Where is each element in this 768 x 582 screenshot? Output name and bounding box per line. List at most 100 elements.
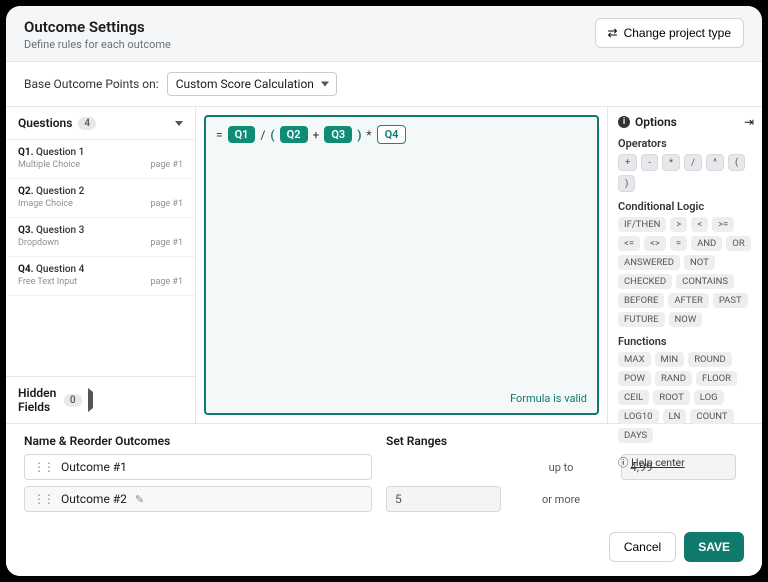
question-item[interactable]: Q2. Question 2 Image Choice page #1 — [6, 179, 195, 218]
formula-editor[interactable]: = Q1 / ( Q2 + Q3 ) * Q4 Formula is valid — [204, 115, 599, 415]
header: Outcome Settings Define rules for each o… — [6, 6, 762, 62]
question-item[interactable]: Q4. Question 4 Free Text Input page #1 — [6, 257, 195, 296]
options-title: Options — [635, 115, 677, 129]
paren-open: ( — [270, 128, 274, 142]
cond-pill[interactable]: CONTAINS — [676, 274, 734, 289]
question-page: page #1 — [150, 277, 183, 287]
base-select-value: Custom Score Calculation — [176, 77, 314, 91]
hidden-fields-header[interactable]: Hidden Fields 0 — [6, 376, 195, 423]
token-q1[interactable]: Q1 — [228, 126, 256, 143]
operator-pill[interactable]: * — [662, 154, 680, 171]
change-project-type-button[interactable]: ⇄ Change project type — [595, 18, 744, 48]
operators-heading: Operators — [618, 137, 752, 150]
question-number: Q4. — [18, 264, 34, 275]
op-divide: / — [260, 128, 265, 142]
token-q4[interactable]: Q4 — [377, 125, 407, 144]
help-center-link[interactable]: Help center — [631, 456, 685, 469]
questions-header[interactable]: Questions 4 — [6, 107, 195, 140]
questions-list: Q1. Question 1 Multiple Choice page #1 Q… — [6, 140, 195, 376]
operator-pill[interactable]: ^ — [706, 154, 724, 171]
cond-pill[interactable]: > — [670, 217, 687, 232]
functions-heading: Functions — [618, 335, 752, 348]
func-pill[interactable]: LOG — [694, 390, 724, 405]
cond-pill[interactable]: IF/THEN — [618, 217, 666, 232]
func-pill[interactable]: CEIL — [618, 390, 649, 405]
range-from-input[interactable]: 5 — [386, 486, 501, 512]
cond-pill[interactable]: CHECKED — [618, 274, 672, 289]
outcomes-range-header: Set Ranges — [386, 434, 447, 448]
func-pill[interactable]: FLOOR — [696, 371, 737, 386]
func-pill[interactable]: RAND — [655, 371, 692, 386]
questions-count-badge: 4 — [78, 117, 96, 130]
token-q3[interactable]: Q3 — [324, 126, 352, 143]
operator-pill[interactable]: - — [641, 154, 658, 171]
cond-pill[interactable]: <= — [618, 236, 640, 251]
drag-handle-icon[interactable]: ⋮⋮ — [33, 460, 53, 474]
question-page: page #1 — [150, 238, 183, 248]
question-title: Question 2 — [36, 186, 84, 197]
cond-pill[interactable]: NOW — [669, 312, 703, 327]
cond-pill[interactable]: NOT — [684, 255, 715, 270]
save-button[interactable]: SAVE — [684, 532, 744, 562]
cond-pill[interactable]: < — [691, 217, 708, 232]
question-number: Q3. — [18, 225, 34, 236]
app-window: Outcome Settings Define rules for each o… — [6, 6, 762, 576]
func-pill[interactable]: ROUND — [688, 352, 732, 367]
swap-icon: ⇄ — [608, 26, 618, 40]
equals-sign: = — [216, 128, 223, 142]
outcome-row: ⋮⋮ Outcome #2 ✎ 5 or more — [24, 486, 744, 512]
question-item[interactable]: Q3. Question 3 Dropdown page #1 — [6, 218, 195, 257]
operator-pill[interactable]: ( — [728, 154, 745, 171]
cond-pill[interactable]: ANSWERED — [618, 255, 680, 270]
func-pill[interactable]: COUNT — [690, 409, 733, 424]
op-plus: + — [313, 128, 320, 142]
cond-pill[interactable]: = — [670, 236, 687, 251]
token-q2[interactable]: Q2 — [280, 126, 308, 143]
collapse-panel-icon[interactable]: ⇥ — [744, 115, 754, 129]
cond-pill[interactable]: FUTURE — [618, 312, 665, 327]
paren-close: ) — [357, 128, 361, 142]
help-icon: ⓘ — [618, 456, 631, 469]
info-icon: i — [618, 116, 630, 128]
cond-pill[interactable]: AND — [691, 236, 722, 251]
cond-pill[interactable]: <> — [644, 236, 666, 251]
question-number: Q1. — [18, 147, 34, 158]
func-pill[interactable]: ROOT — [653, 390, 689, 405]
options-panel: ⇥ i Options Operators + - * / ^ ( ) Cond… — [607, 107, 762, 423]
functions-group: MAX MIN ROUND POW RAND FLOOR CEIL ROOT L… — [618, 352, 752, 443]
formula-valid-msg: Formula is valid — [510, 392, 587, 405]
outcome-name: Outcome #2 — [61, 492, 127, 506]
chevron-down-icon — [175, 121, 183, 126]
base-label: Base Outcome Points on: — [24, 77, 159, 91]
questions-title: Questions — [18, 116, 72, 130]
func-pill[interactable]: LN — [663, 409, 687, 424]
cond-pill[interactable]: PAST — [713, 293, 748, 308]
operator-pill[interactable]: + — [618, 154, 637, 171]
func-pill[interactable]: MIN — [655, 352, 685, 367]
page-subtitle: Define rules for each outcome — [24, 38, 171, 51]
operator-pill[interactable]: ) — [618, 175, 635, 192]
footer: Cancel SAVE — [6, 522, 762, 576]
pencil-icon[interactable]: ✎ — [135, 493, 144, 506]
outcome-name-cell[interactable]: ⋮⋮ Outcome #1 — [24, 454, 372, 480]
base-select[interactable]: Custom Score Calculation — [167, 72, 337, 96]
conditional-heading: Conditional Logic — [618, 200, 752, 213]
question-item[interactable]: Q1. Question 1 Multiple Choice page #1 — [6, 140, 195, 179]
cond-pill[interactable]: AFTER — [668, 293, 708, 308]
formula-line: = Q1 / ( Q2 + Q3 ) * Q4 — [216, 125, 587, 144]
func-pill[interactable]: LOG10 — [618, 409, 659, 424]
drag-handle-icon[interactable]: ⋮⋮ — [33, 492, 53, 506]
operators-group: + - * / ^ ( ) — [618, 154, 752, 192]
func-pill[interactable]: DAYS — [618, 428, 653, 443]
cond-pill[interactable]: >= — [712, 217, 734, 232]
hidden-fields-title: Hidden Fields — [18, 386, 58, 414]
range-ormore-label: or more — [501, 493, 621, 506]
help-center: ⓘ Help center — [618, 455, 752, 470]
cond-pill[interactable]: BEFORE — [618, 293, 664, 308]
cond-pill[interactable]: OR — [726, 236, 750, 251]
func-pill[interactable]: MAX — [618, 352, 651, 367]
outcome-name-cell[interactable]: ⋮⋮ Outcome #2 ✎ — [24, 486, 372, 512]
operator-pill[interactable]: / — [684, 154, 702, 171]
cancel-button[interactable]: Cancel — [609, 532, 676, 562]
func-pill[interactable]: POW — [618, 371, 651, 386]
